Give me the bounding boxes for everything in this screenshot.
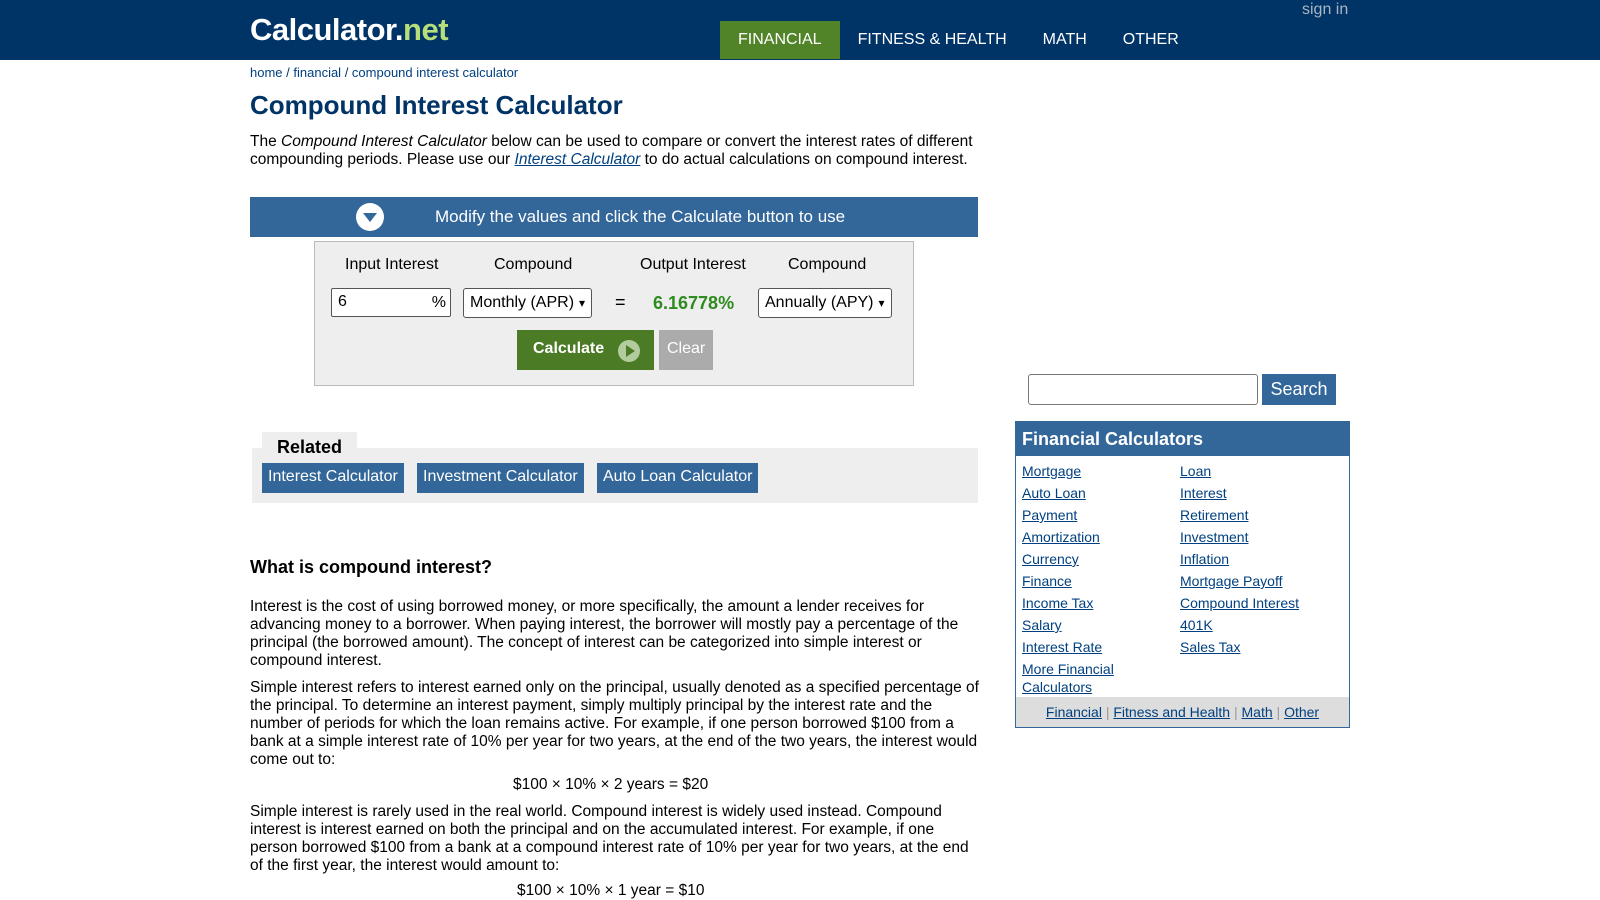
equals-sign: = [615, 292, 626, 312]
breadcrumb-separator: / [282, 65, 294, 80]
banner-text: Modify the values and click the Calculat… [435, 207, 846, 226]
input-interest-value: 6 [338, 293, 347, 310]
link-sales-tax[interactable]: Sales Tax [1180, 638, 1345, 660]
breadcrumb-financial[interactable]: financial [293, 65, 341, 80]
logo-net: net [403, 12, 449, 47]
financial-links-col2: Loan Interest Retirement Investment Infl… [1180, 462, 1345, 660]
intro-text: The Compound Interest Calculator below c… [250, 133, 980, 169]
output-compound-label: Compound [788, 256, 867, 273]
breadcrumb: home / financial / compound interest cal… [250, 65, 518, 80]
article-paragraph: Interest is the cost of using borrowed m… [250, 598, 959, 669]
intro-part: to do actual calculations on compound in… [640, 151, 968, 168]
instructions-banner[interactable]: Modify the values and click the Calculat… [250, 197, 978, 237]
nav-math[interactable]: MATH [1025, 21, 1105, 59]
interest-calculator-link[interactable]: Interest Calculator [515, 151, 641, 168]
output-interest-value: 6.16778% [653, 293, 735, 313]
link-interest[interactable]: Interest [1180, 484, 1345, 506]
category-footer: Financial | Fitness and Health | Math | … [1016, 697, 1349, 727]
footer-link-fitness-health[interactable]: Fitness and Health [1113, 704, 1230, 720]
top-header: Calculator.net FINANCIAL FITNESS & HEALT… [0, 0, 1600, 60]
play-circle-icon [618, 340, 640, 362]
calculate-button[interactable]: Calculate [517, 330, 654, 370]
output-compound-select[interactable]: Annually (APY) ▾ [758, 288, 892, 318]
article-paragraph: Simple interest refers to interest earne… [250, 679, 979, 768]
page-title: Compound Interest Calculator [250, 90, 623, 120]
percent-sign: % [431, 294, 446, 311]
link-mortgage-payoff[interactable]: Mortgage Payoff [1180, 572, 1345, 594]
link-auto-loan[interactable]: Auto Loan [1022, 484, 1172, 506]
link-more-financial[interactable]: More Financial Calculators [1022, 660, 1132, 696]
link-income-tax[interactable]: Income Tax [1022, 594, 1172, 616]
calculator-form: Input Interest Compound Output Interest … [314, 241, 914, 386]
nav-other[interactable]: OTHER [1105, 21, 1197, 59]
chevron-down-icon: ▾ [579, 296, 586, 310]
link-currency[interactable]: Currency [1022, 550, 1172, 572]
footer-separator: | [1105, 704, 1110, 720]
footer-separator: | [1233, 704, 1238, 720]
link-retirement[interactable]: Retirement [1180, 506, 1345, 528]
formula-compound: $100 × 10% × 1 year = $10 [517, 882, 705, 899]
link-mortgage[interactable]: Mortgage [1022, 462, 1172, 484]
formula-simple: $100 × 10% × 2 years = $20 [513, 776, 709, 793]
link-401k[interactable]: 401K [1180, 616, 1345, 638]
chevron-down-circle-icon[interactable] [356, 203, 384, 231]
input-interest-field[interactable]: 6 % [331, 288, 451, 317]
financial-calculators-title: Financial Calculators [1016, 422, 1349, 456]
output-compound-value: Annually (APY) [765, 294, 874, 311]
sign-in-link[interactable]: sign in [1302, 1, 1348, 19]
breadcrumb-home[interactable]: home [250, 65, 283, 80]
input-compound-select[interactable]: Monthly (APR) ▾ [463, 288, 593, 318]
related-interest-calculator[interactable]: Interest Calculator [262, 463, 404, 493]
financial-calculators-box: Financial Calculators Mortgage Auto Loan… [1015, 421, 1350, 728]
link-salary[interactable]: Salary [1022, 616, 1172, 638]
output-interest-label: Output Interest [640, 256, 746, 273]
clear-button[interactable]: Clear [659, 330, 713, 370]
financial-links-col1: Mortgage Auto Loan Payment Amortization … [1022, 462, 1172, 696]
link-payment[interactable]: Payment [1022, 506, 1172, 528]
related-investment-calculator[interactable]: Investment Calculator [417, 463, 584, 493]
logo-main: Calculator [250, 12, 395, 47]
nav-financial[interactable]: FINANCIAL [720, 21, 840, 59]
link-interest-rate[interactable]: Interest Rate [1022, 638, 1172, 660]
calculate-label: Calculate [533, 340, 605, 357]
link-compound-interest[interactable]: Compound Interest [1180, 594, 1345, 616]
logo-dot: . [394, 12, 404, 47]
input-compound-label: Compound [494, 256, 573, 273]
link-finance[interactable]: Finance [1022, 572, 1172, 594]
search-input[interactable] [1028, 374, 1258, 405]
nav-fitness-health[interactable]: FITNESS & HEALTH [840, 21, 1025, 59]
related-auto-loan-calculator[interactable]: Auto Loan Calculator [597, 463, 759, 493]
breadcrumb-current[interactable]: compound interest calculator [352, 65, 518, 80]
link-inflation[interactable]: Inflation [1180, 550, 1345, 572]
intro-part: The [250, 133, 282, 150]
top-nav: FINANCIAL FITNESS & HEALTH MATH OTHER [720, 21, 1197, 59]
footer-link-other[interactable]: Other [1284, 704, 1319, 720]
footer-link-math[interactable]: Math [1242, 704, 1273, 720]
input-compound-value: Monthly (APR) [470, 294, 575, 311]
search-button[interactable]: Search [1262, 374, 1336, 405]
link-investment[interactable]: Investment [1180, 528, 1345, 550]
link-loan[interactable]: Loan [1180, 462, 1345, 484]
intro-italic: Compound Interest Calculator [281, 133, 487, 150]
article-heading: What is compound interest? [250, 557, 493, 577]
footer-separator: | [1276, 704, 1281, 720]
link-amortization[interactable]: Amortization [1022, 528, 1172, 550]
related-title: Related [262, 432, 357, 460]
breadcrumb-separator: / [341, 65, 352, 80]
chevron-down-icon: ▾ [878, 296, 885, 310]
input-interest-label: Input Interest [345, 256, 439, 273]
site-logo[interactable]: Calculator.net [250, 12, 449, 48]
article-paragraph: Simple interest is rarely used in the re… [250, 803, 969, 874]
footer-link-financial[interactable]: Financial [1046, 704, 1102, 720]
